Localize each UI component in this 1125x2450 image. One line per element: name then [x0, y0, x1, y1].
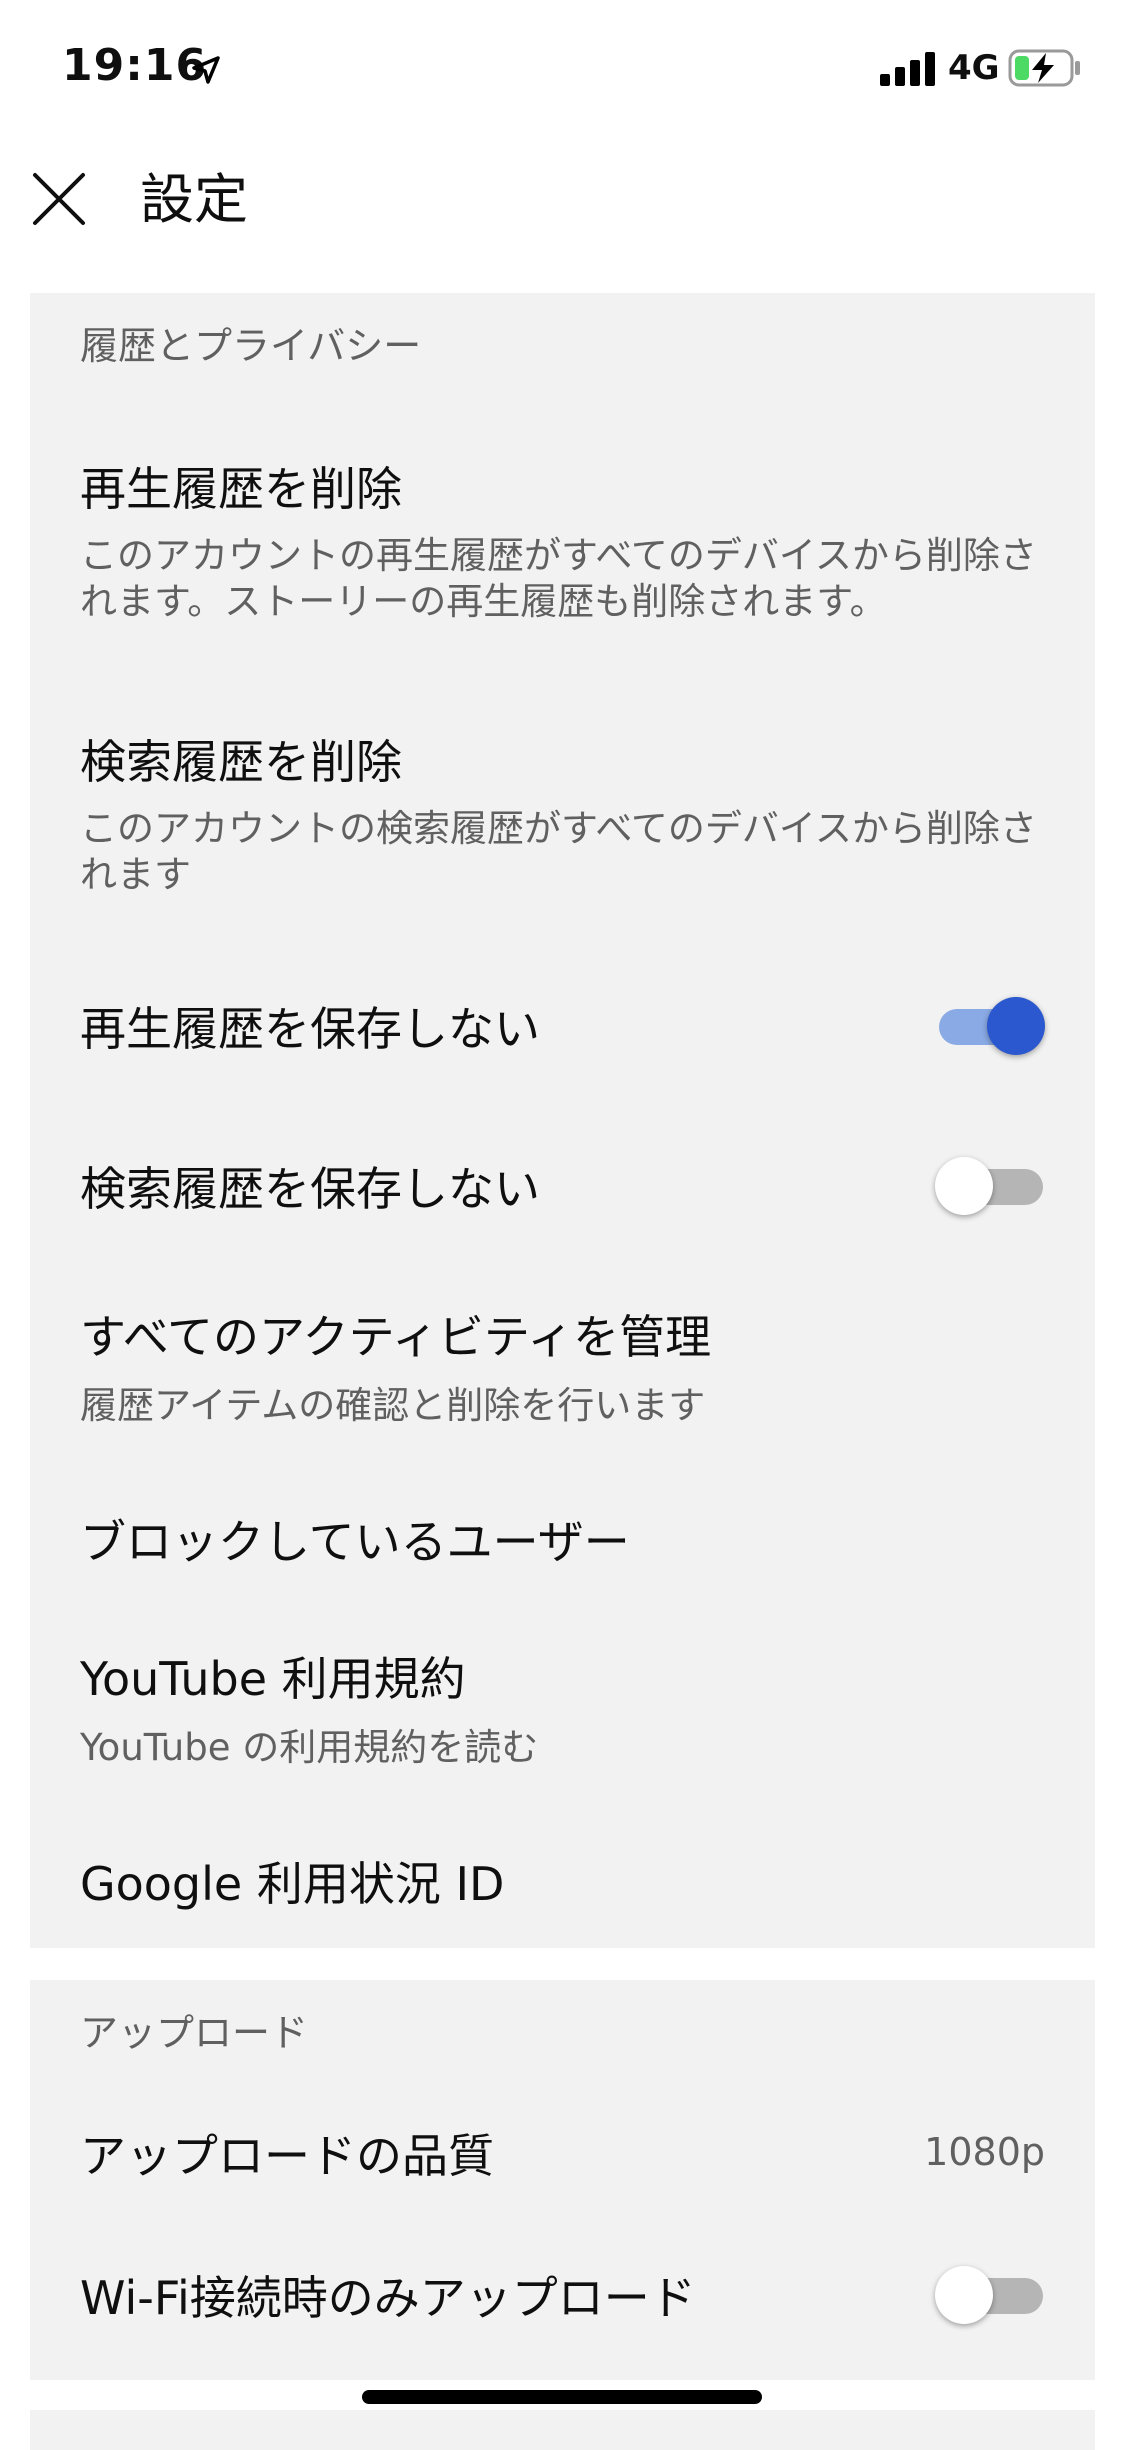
network-type: 4G: [948, 48, 1000, 88]
item-title: 再生履歴を削除: [80, 462, 402, 516]
upload-quality-value: 1080p: [924, 2130, 1045, 2174]
item-title: Google 利用状況 ID: [80, 1857, 505, 1911]
section-header-upload: アップロード: [80, 2011, 309, 2055]
item-title: Wi-Fi接続時のみアップロード: [80, 2271, 696, 2325]
pause-search-history-toggle[interactable]: [935, 1155, 1045, 1215]
item-title: 検索履歴を削除: [80, 735, 402, 789]
pause-watch-history-toggle[interactable]: [935, 995, 1045, 1055]
status-bar: 19:16 4G: [0, 0, 1125, 140]
item-title: 検索履歴を保存しない: [80, 1162, 540, 1216]
status-time: 19:16: [62, 40, 208, 91]
wifi-only-upload-toggle[interactable]: [935, 2264, 1045, 2324]
item-subtitle: このアカウントの検索履歴がすべてのデバイスから削除されます: [80, 807, 1037, 896]
item-subtitle: 履歴アイテムの確認と削除を行います: [80, 1384, 706, 1427]
privacy-section: 履歴とプライバシー 再生履歴を削除 このアカウントの再生履歴がすべてのデバイスか…: [30, 293, 1095, 1948]
next-section: [30, 2410, 1095, 2450]
toggle-knob: [935, 1157, 993, 1215]
settings-header: 設定: [0, 140, 1125, 290]
page-title: 設定: [140, 168, 248, 231]
location-arrow-icon: [192, 56, 220, 84]
home-indicator[interactable]: [362, 2390, 762, 2404]
cellular-signal-icon: [880, 52, 935, 86]
item-title: 再生履歴を保存しない: [80, 1002, 540, 1056]
item-title: YouTube 利用規約: [80, 1652, 466, 1706]
item-subtitle: YouTube の利用規約を読む: [80, 1726, 539, 1769]
item-title: すべてのアクティビティを管理: [80, 1310, 712, 1364]
upload-section: アップロード アップロードの品質 1080p Wi-Fi接続時のみアップロード: [30, 1980, 1095, 2380]
item-subtitle: このアカウントの再生履歴がすべてのデバイスから削除されます。ストーリーの再生履歴…: [80, 534, 1037, 623]
item-title: アップロードの品質: [80, 2129, 494, 2183]
toggle-knob: [987, 997, 1045, 1055]
toggle-knob: [935, 2266, 993, 2324]
battery-charging-icon: [1008, 49, 1080, 87]
item-title: ブロックしているユーザー: [80, 1515, 630, 1569]
section-header-privacy: 履歴とプライバシー: [80, 324, 422, 368]
close-icon[interactable]: [32, 172, 86, 226]
